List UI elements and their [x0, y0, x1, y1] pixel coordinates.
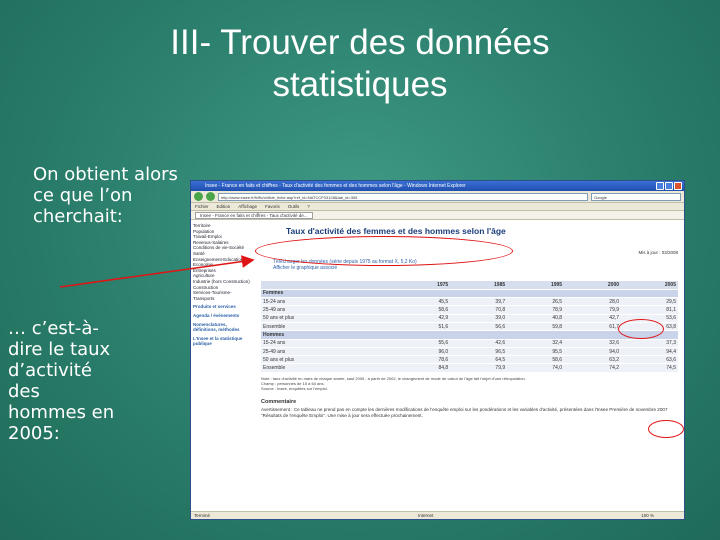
table-header-row: 1975 1985 1995 2000 2005 [261, 281, 678, 290]
menu-tools[interactable]: Outils [288, 203, 300, 210]
column-header: 1985 [450, 281, 508, 290]
table-row: 50 ans et plus 42,9 39,0 40,8 42,7 53,6 [261, 314, 678, 324]
browser-titlebar: Insee - France en faits et chiffres - Ta… [191, 181, 684, 191]
address-bar: http://www.insee.fr/fr/ffc/chifcle_fiche… [191, 191, 684, 203]
page-content: Territoire Population Travail-Emploi Rev… [191, 221, 684, 511]
menu-bar: Fichier Edition Affichage Favoris Outils… [191, 203, 684, 211]
sidebar-head[interactable]: Agenda / événements [193, 313, 251, 319]
status-bar: Terminé Internet 100 % [191, 511, 684, 519]
sidebar-head[interactable]: L'Insee et la statistique publique [193, 336, 251, 347]
table-row: 25-49 ans 96,0 96,5 95,5 94,0 94,4 [261, 347, 678, 357]
table-row: Ensemble 51,6 56,6 59,8 61,7 63,8 [261, 322, 678, 332]
table-row: 15-24 ans 55,6 42,6 32,4 32,6 37,3 [261, 339, 678, 348]
zone-text: Internet [417, 513, 434, 518]
window-title: Insee - France en faits et chiffres - Ta… [205, 183, 466, 189]
comment-title: Commentaire [261, 398, 297, 405]
menu-help[interactable]: ? [307, 203, 310, 210]
forward-icon[interactable] [206, 192, 215, 201]
close-icon[interactable] [674, 182, 682, 190]
explanation-text: … c’est-à-dire le taux d’activité des ho… [8, 318, 115, 444]
menu-edit[interactable]: Edition [217, 203, 231, 210]
menu-file[interactable]: Fichier [195, 203, 209, 210]
sidebar-head[interactable]: Nomenclatures, définitions, méthodes [193, 322, 251, 333]
table-notes: Note : taux d'activité en mars de chaque… [261, 376, 678, 391]
tab-insee[interactable]: Insee - France en faits et chiffres - Ta… [195, 211, 313, 219]
table-row: 50 ans et plus 78,6 64,5 58,6 63,2 63,6 [261, 355, 678, 365]
window-controls [656, 182, 682, 190]
status-text: Terminé [194, 513, 211, 518]
source-text: Source : Insee, enquêtes sur l'emploi. [261, 385, 328, 391]
page-title: Taux d'activité des femmes et des hommes… [286, 226, 506, 236]
browser-window: Insee - France en faits et chiffres - Ta… [190, 180, 685, 520]
column-header: 2000 [564, 281, 622, 290]
column-header: 2005 [621, 281, 678, 290]
tab-bar: Insee - France en faits et chiffres - Ta… [191, 211, 684, 220]
search-input[interactable]: Google [591, 192, 681, 201]
table-row: 15-24 ans 45,5 39,7 26,5 28,0 29,5 [261, 297, 678, 307]
sidebar-item[interactable]: Industrie (hors Construction) [193, 279, 251, 285]
column-header: 1975 [393, 281, 451, 290]
chart-link[interactable]: Afficher le graphique associé [273, 265, 678, 271]
sidebar-head[interactable]: Produits et services [193, 304, 251, 310]
slide-title: III- Trouver des données statistiques [100, 22, 620, 106]
address-input[interactable]: http://www.insee.fr/fr/ffc/chifcle_fiche… [218, 192, 588, 201]
back-icon[interactable] [194, 192, 203, 201]
column-header: 1995 [507, 281, 565, 290]
comment-text: Avertissement : Ce tableau ne prend pas … [261, 406, 668, 418]
intro-text: On obtient alors ce que l’on cherchait: [33, 164, 178, 227]
column-header [261, 281, 394, 290]
menu-favorites[interactable]: Favoris [265, 203, 280, 210]
sidebar: Territoire Population Travail-Emploi Rev… [191, 221, 253, 511]
update-date: Mis à jour : 03/2008 [638, 250, 678, 255]
sidebar-item[interactable]: Services-Tourisme-Transports [193, 290, 251, 301]
title-line-2: statistiques [272, 65, 448, 104]
group-row-women: Femmes [261, 289, 678, 299]
main-panel: Taux d'activité des femmes et des hommes… [255, 221, 684, 511]
table-row: 25-49 ans 58,6 70,8 78,9 79,9 81,1 [261, 305, 678, 315]
title-line-1: III- Trouver des données [170, 23, 550, 62]
group-row-men: Hommes [261, 330, 678, 340]
menu-view[interactable]: Affichage [238, 203, 257, 210]
table-row: Ensemble 84,8 79,9 74,0 74,2 74,5 [261, 363, 678, 373]
minimize-icon[interactable] [656, 182, 664, 190]
zoom-level[interactable]: 100 % [641, 512, 654, 519]
maximize-icon[interactable] [665, 182, 673, 190]
data-table: 1975 1985 1995 2000 2005 Femmes 15-24 an… [261, 281, 678, 373]
